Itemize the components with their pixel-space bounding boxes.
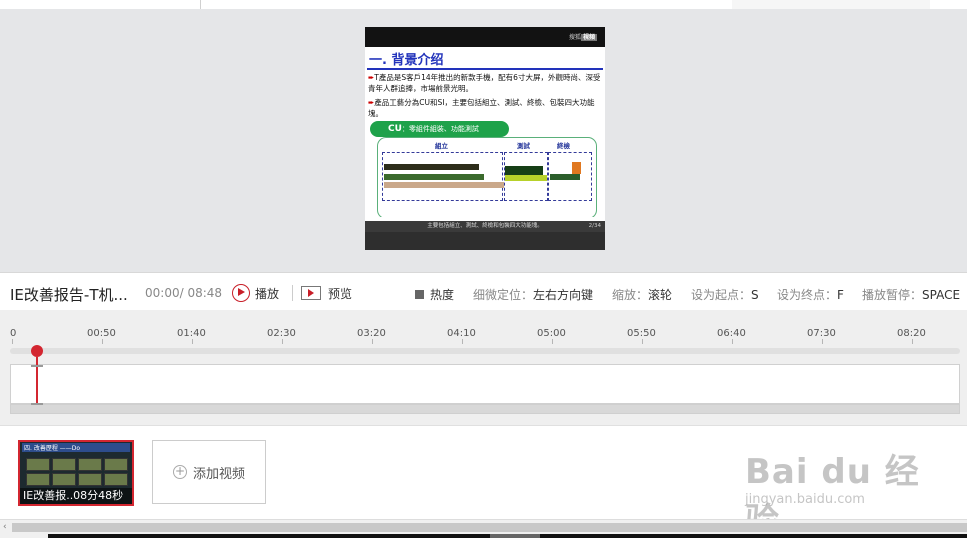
stage-label-test: 測試: [517, 142, 530, 150]
ruler-tick-label: 04:10: [447, 328, 476, 339]
ruler-tick-label: 00:50: [87, 328, 116, 339]
preview-button[interactable]: 预览: [301, 282, 352, 304]
conveyor-row-3: [384, 182, 504, 188]
thumbnail-tile: [26, 458, 50, 471]
video-bottom-pad: [365, 232, 605, 250]
clip-track-footer: [10, 404, 960, 414]
ruler-tick: [102, 339, 103, 344]
hint-set-start: 设为起点：S: [691, 288, 759, 302]
video-name: IE改善报告-T机...: [10, 286, 128, 304]
ruler-tick-label: 05:50: [627, 328, 656, 339]
slide-bullet-2: ➨產品工藝分為CU和SI，主要包括組立、測試、終檢、包裝四大功能塊。: [368, 98, 595, 118]
thumbnail-title: 四. 改善歷程 ——Do: [22, 443, 130, 452]
playhead-bottom-cap: [31, 403, 43, 405]
playback-info-bar: IE改善报告-T机... 00:00/ 08:48 播放 预览 热度 细微定位：…: [0, 272, 967, 311]
clip-thumbnail-selected[interactable]: 四. 改善歷程 ——Do IE改善报..08分48秒: [18, 440, 134, 506]
taskbar-highlight: [490, 534, 540, 538]
horizontal-scrollbar[interactable]: ‹: [0, 519, 967, 538]
toolbar-divider: [200, 0, 201, 9]
thumbnail-caption: IE改善报..08分48秒: [20, 488, 132, 504]
ruler-tick-label: 0: [10, 328, 17, 339]
slide-page-number: 2/34: [588, 223, 601, 229]
play-icon: [232, 284, 250, 302]
thumbnail-tile: [52, 458, 76, 471]
preview-label: 预览: [328, 286, 353, 301]
conveyor-row-2: [384, 174, 484, 180]
add-video-label: 添加视频: [192, 466, 245, 482]
thumbnail-tile: [104, 458, 128, 471]
ruler-tick-label: 08:20: [897, 328, 926, 339]
ruler-tick: [912, 339, 913, 344]
ruler-tick: [12, 339, 13, 344]
scrollbar-thumb[interactable]: [12, 523, 967, 532]
ruler-tick-label: 07:30: [807, 328, 836, 339]
ruler-tick: [552, 339, 553, 344]
stage-label-assembly: 組立: [435, 142, 448, 150]
slide-title-rule: [367, 68, 603, 70]
final-check-conveyor: [550, 174, 580, 180]
timeline-scrub-track[interactable]: [10, 348, 960, 354]
current-time: 00:00: [145, 286, 180, 300]
final-check-station: [572, 162, 581, 174]
clip-track[interactable]: [10, 364, 960, 404]
ruler-tick: [372, 339, 373, 344]
add-video-button[interactable]: + 添加视频: [152, 440, 266, 504]
baidu-watermark: Bai du 经验 jingyan.baidu.com: [745, 434, 935, 541]
plus-circle-icon: +: [172, 464, 187, 479]
thumbnail-tile: [52, 473, 76, 486]
heat-toggle[interactable]: 热度: [415, 286, 454, 303]
stage-label-final-check: 終檢: [557, 142, 570, 150]
scroll-left-arrow-icon[interactable]: ‹: [3, 522, 7, 532]
ruler-tick: [462, 339, 463, 344]
test-conveyor: [505, 175, 547, 181]
total-duration: / 08:48: [179, 286, 223, 300]
ruler-tick: [642, 339, 643, 344]
watermark-url: jingyan.baidu.com: [745, 492, 865, 507]
ruler-tick: [282, 339, 283, 344]
preview-icon: [301, 286, 321, 300]
control-divider: [292, 285, 293, 301]
hint-set-end: 设为终点：F: [777, 288, 844, 302]
ruler-tick-label: 02:30: [267, 328, 296, 339]
video-source-logo: 搜狐 視頻: [568, 34, 597, 41]
thumbnail-tile: [78, 473, 102, 486]
playhead-top-cap: [31, 365, 43, 367]
ruler-tick: [822, 339, 823, 344]
slide-caption-bar: 主要包括組立、測試、終檢和包裝四大功能塊。: [365, 221, 605, 232]
ruler-tick-label: 05:00: [537, 328, 566, 339]
thumbnail-tile: [104, 473, 128, 486]
ruler-tick: [732, 339, 733, 344]
playhead-handle[interactable]: [31, 345, 43, 357]
cu-section-pill: CU：零組件組裝、功能測試: [370, 121, 509, 137]
conveyor-row-1: [384, 164, 479, 170]
time-display: 00:00/ 08:48: [145, 286, 222, 300]
slide-bullet-1: ➨T產品是S客戶14年推出的新款手機，配有6寸大屏，外觀時尚、深受青年人群追捧，…: [368, 73, 601, 93]
hint-fine-position: 细微定位：左右方向键: [473, 288, 594, 302]
thumbnail-tile: [78, 458, 102, 471]
slide-title: 一. 背景介绍: [369, 53, 444, 68]
video-preview-area: 搜狐 視頻 一. 背景介绍 ➨T產品是S客戶14年推出的新款手機，配有6寸大屏，外…: [0, 9, 967, 272]
ruler-tick-label: 06:40: [717, 328, 746, 339]
ruler-tick: [192, 339, 193, 344]
play-label: 播放: [255, 286, 280, 301]
heat-square-icon: [415, 290, 424, 299]
thumbnail-tile: [26, 473, 50, 486]
hint-play-pause: 播放暂停：SPACE: [862, 288, 961, 302]
video-frame[interactable]: 搜狐 視頻 一. 背景介绍 ➨T產品是S客戶14年推出的新款手機，配有6寸大屏，外…: [365, 27, 605, 250]
timeline-ruler[interactable]: 0 00:50 01:40 02:30 03:20 04:10 05:00 05…: [0, 310, 967, 425]
hint-zoom: 缩放：滚轮: [612, 288, 673, 302]
ruler-tick-label: 01:40: [177, 328, 206, 339]
ruler-tick-label: 03:20: [357, 328, 386, 339]
play-button[interactable]: 播放: [232, 282, 279, 304]
